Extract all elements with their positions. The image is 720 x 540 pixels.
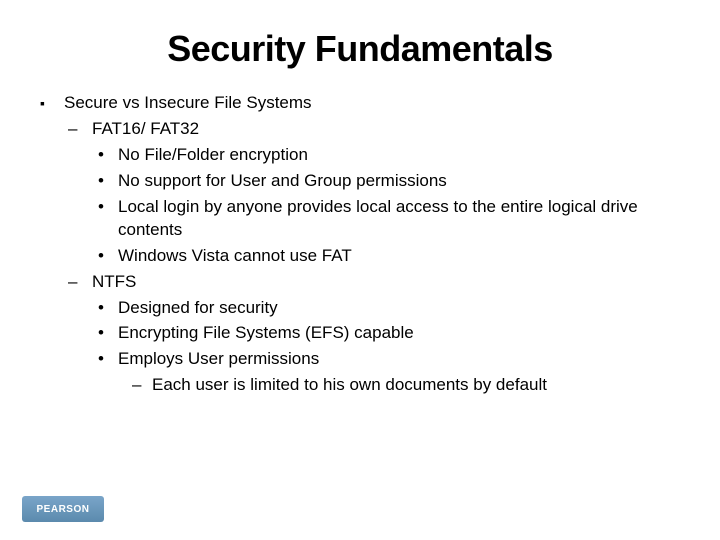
fat-label: FAT16/ FAT32 bbox=[92, 118, 680, 141]
bullet-level4: – Each user is limited to his own docume… bbox=[132, 374, 680, 397]
list-item: Local login by anyone provides local acc… bbox=[118, 196, 680, 242]
dot-icon: • bbox=[98, 144, 118, 167]
list-item: Each user is limited to his own document… bbox=[152, 374, 680, 397]
bullet-level3: • Encrypting File Systems (EFS) capable bbox=[98, 322, 680, 345]
dash-icon: – bbox=[68, 118, 92, 141]
list-item: Designed for security bbox=[118, 297, 680, 320]
list-item: No File/Folder encryption bbox=[118, 144, 680, 167]
bullet-level2: – NTFS bbox=[68, 271, 680, 294]
pearson-logo: PEARSON bbox=[22, 496, 104, 522]
list-item: Windows Vista cannot use FAT bbox=[118, 245, 680, 268]
bullet-level3: • No File/Folder encryption bbox=[98, 144, 680, 167]
bullet-level3: • Local login by anyone provides local a… bbox=[98, 196, 680, 242]
topic-text: Secure vs Insecure File Systems bbox=[64, 92, 680, 115]
slide: Security Fundamentals ▪ Secure vs Insecu… bbox=[0, 0, 720, 540]
dot-icon: • bbox=[98, 170, 118, 193]
dot-icon: • bbox=[98, 196, 118, 242]
list-item: No support for User and Group permission… bbox=[118, 170, 680, 193]
slide-content: ▪ Secure vs Insecure File Systems – FAT1… bbox=[40, 92, 680, 397]
dot-icon: • bbox=[98, 348, 118, 371]
bullet-level3: • Employs User permissions bbox=[98, 348, 680, 371]
square-bullet-icon: ▪ bbox=[40, 92, 64, 115]
bullet-level3: • No support for User and Group permissi… bbox=[98, 170, 680, 193]
list-item: Encrypting File Systems (EFS) capable bbox=[118, 322, 680, 345]
list-item: Employs User permissions bbox=[118, 348, 680, 371]
dot-icon: • bbox=[98, 297, 118, 320]
ntfs-label: NTFS bbox=[92, 271, 680, 294]
bullet-level3: • Windows Vista cannot use FAT bbox=[98, 245, 680, 268]
dash-icon: – bbox=[68, 271, 92, 294]
bullet-level2: – FAT16/ FAT32 bbox=[68, 118, 680, 141]
dot-icon: • bbox=[98, 322, 118, 345]
slide-title: Security Fundamentals bbox=[40, 28, 680, 70]
bullet-level3: • Designed for security bbox=[98, 297, 680, 320]
logo-text: PEARSON bbox=[37, 504, 90, 515]
dot-icon: • bbox=[98, 245, 118, 268]
bullet-level1: ▪ Secure vs Insecure File Systems bbox=[40, 92, 680, 115]
dash-icon: – bbox=[132, 374, 152, 397]
